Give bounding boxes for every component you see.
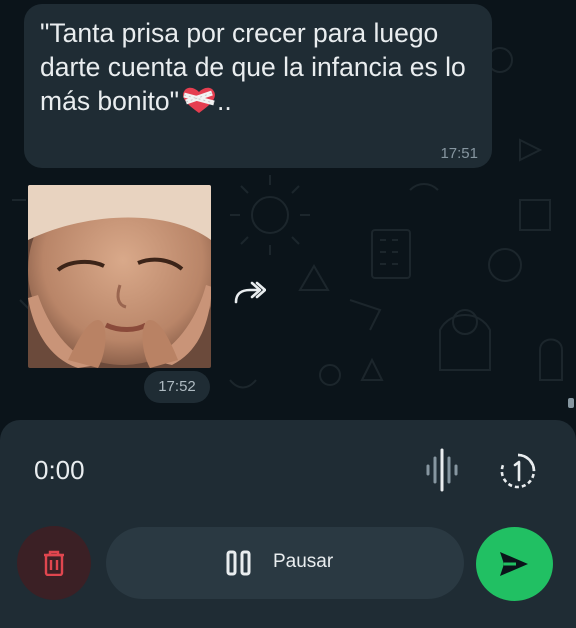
pause-label: Pausar [273, 551, 334, 572]
message-timestamp: 17:51 [440, 145, 478, 162]
view-once-icon[interactable] [499, 452, 537, 490]
message-text: "Tanta prisa por crecer para luego darte… [40, 16, 480, 118]
heart-with-bandage-icon [181, 86, 217, 114]
sticker-baby-face[interactable] [28, 185, 211, 368]
pause-icon [226, 550, 252, 576]
forward-icon[interactable] [230, 278, 267, 306]
pause-recording-button[interactable]: Pausar [106, 527, 464, 599]
send-icon [500, 552, 528, 576]
message-body: "Tanta prisa por crecer para luego darte… [40, 18, 466, 116]
waveform-icon [424, 448, 460, 492]
sticker-timestamp: 17:52 [144, 371, 210, 403]
scroll-indicator [568, 398, 574, 408]
message-trailing-dots: .. [217, 86, 232, 116]
message-bubble[interactable]: "Tanta prisa por crecer para luego darte… [24, 4, 492, 168]
recording-timer: 0:00 [34, 455, 85, 485]
trash-icon [44, 550, 64, 576]
send-button[interactable] [476, 527, 553, 601]
delete-recording-button[interactable] [17, 526, 91, 600]
